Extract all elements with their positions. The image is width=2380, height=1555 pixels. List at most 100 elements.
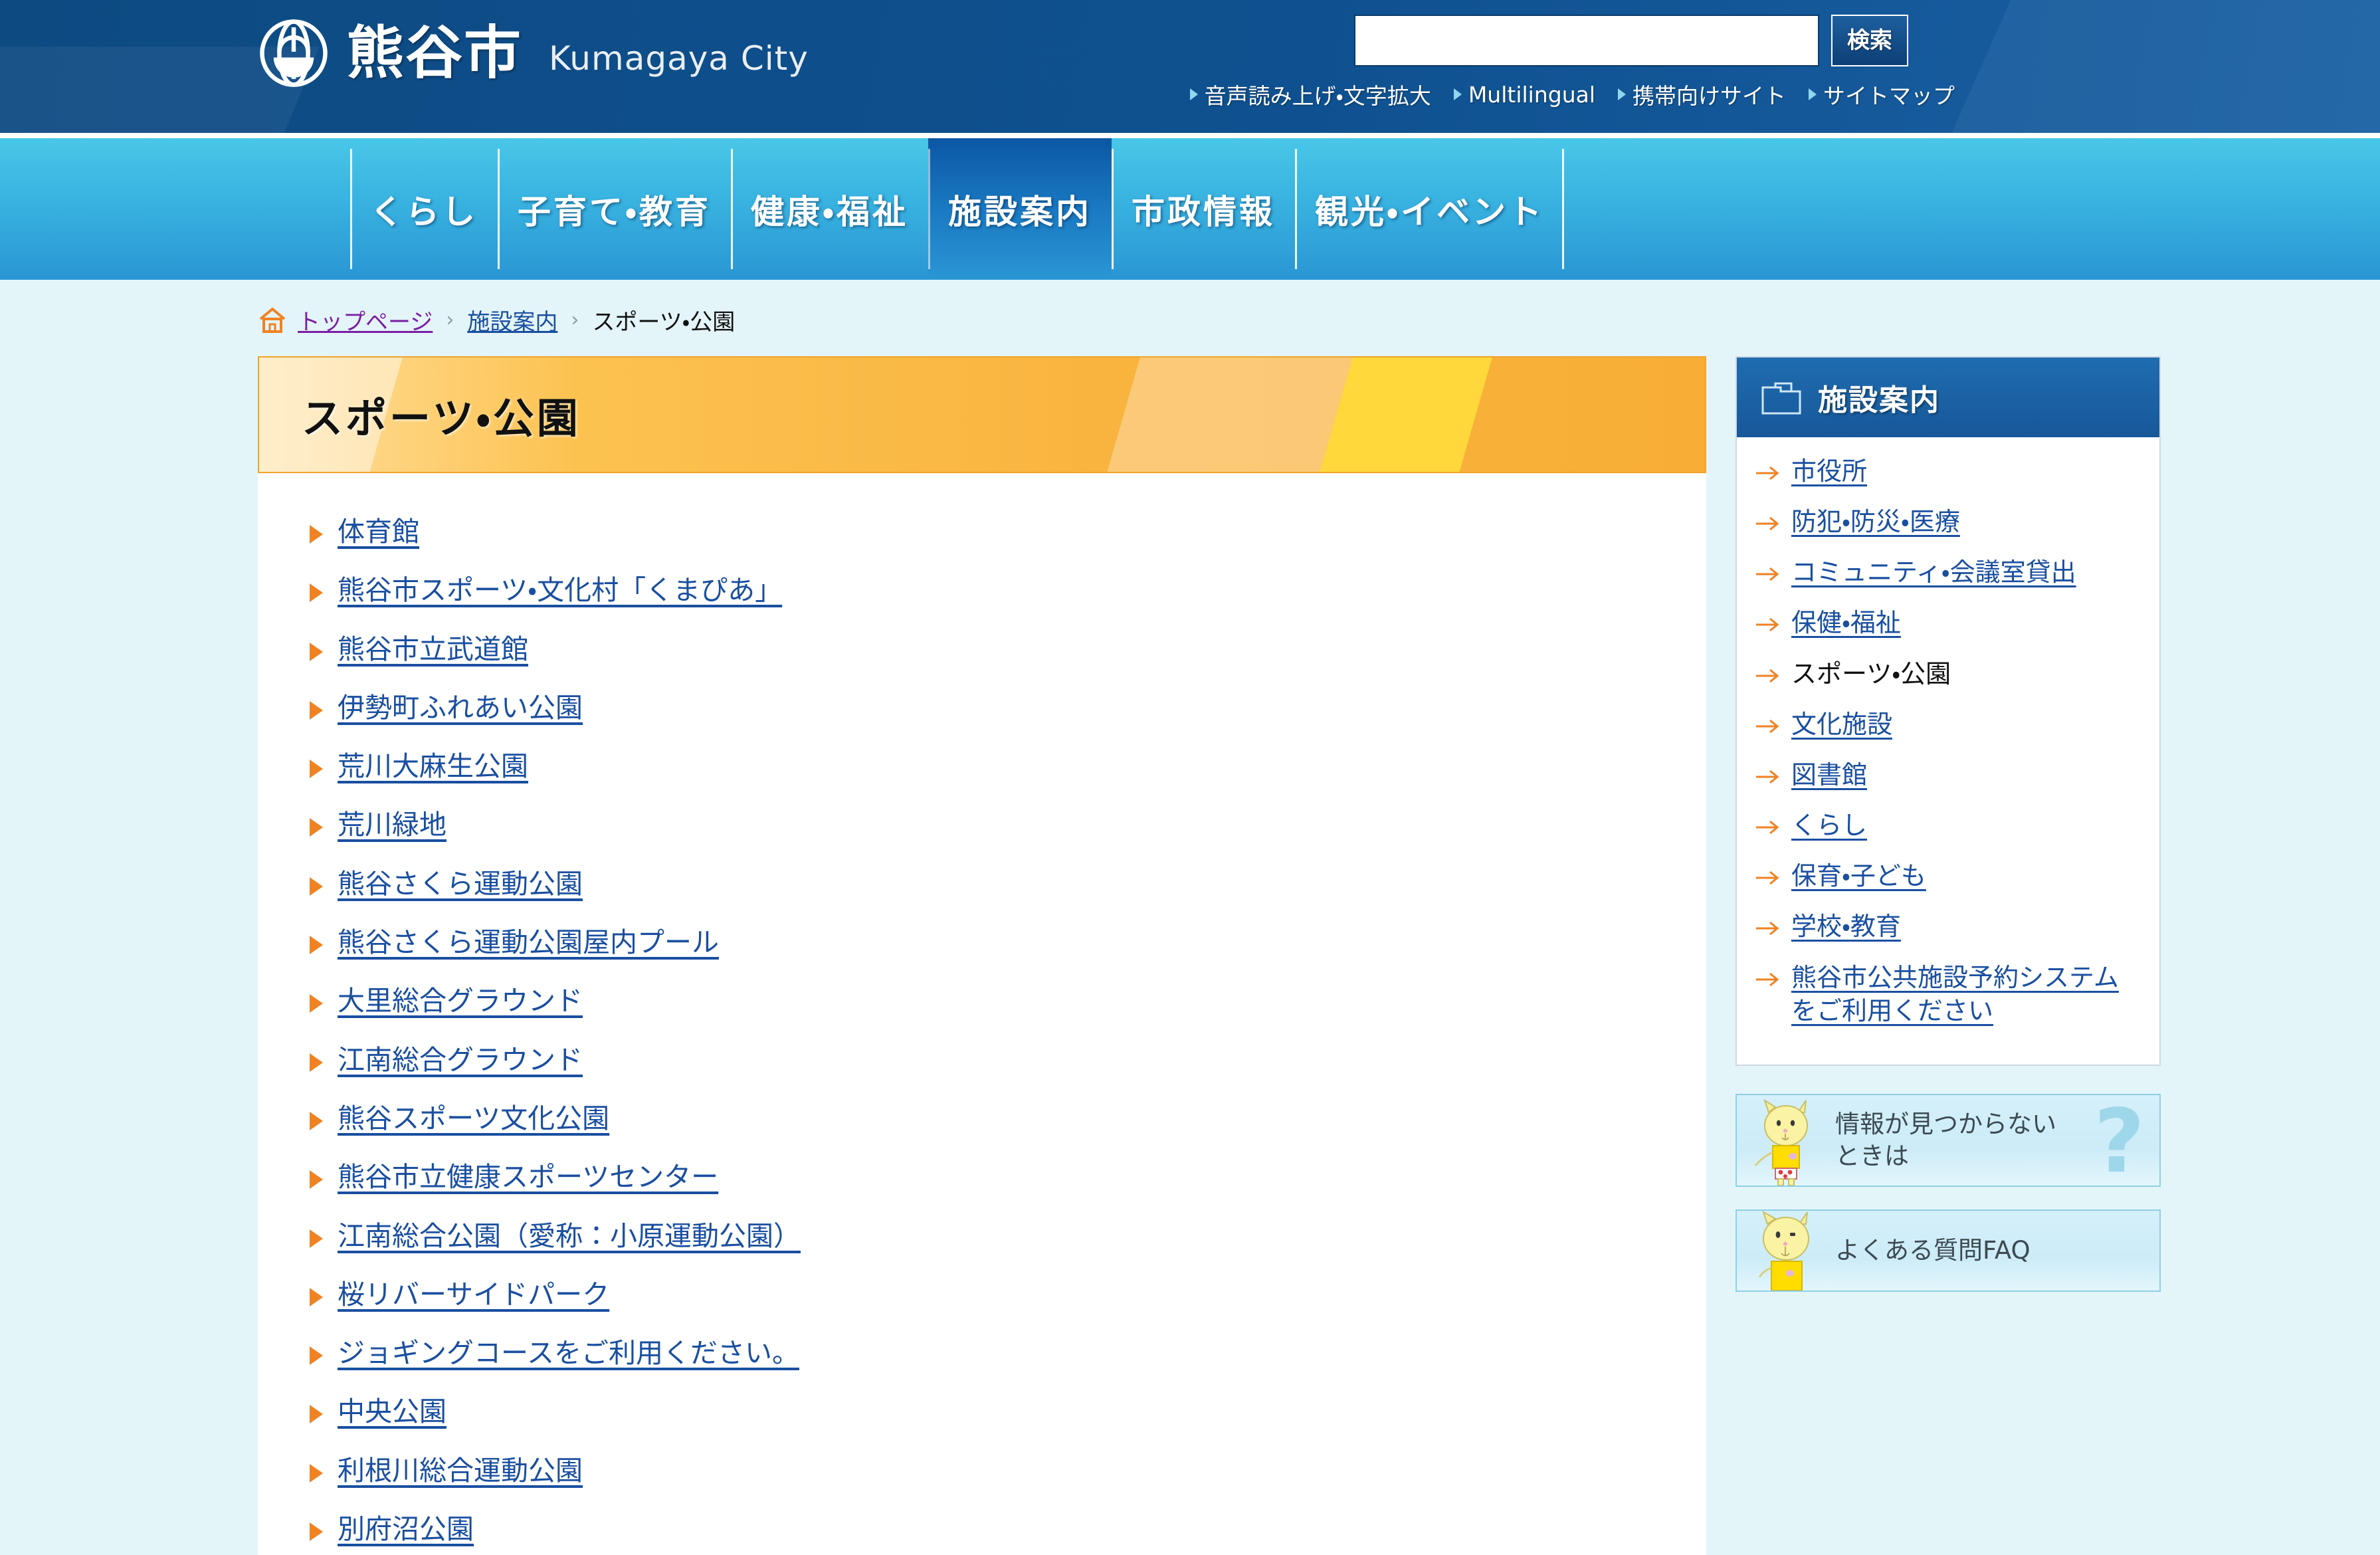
page-title: スポーツ・公園 [302,394,581,443]
page-title-banner: スポーツ・公園 [258,356,1706,473]
list-item: 熊谷スポーツ文化公園 [310,1101,1706,1136]
facility-link-sakura-riverside-park[interactable]: 桜リバーサイドパーク [338,1277,609,1312]
sidebar-item-library[interactable]: 図書館 [1791,758,1867,791]
list-item: 熊谷さくら運動公園屋内プール [310,925,1706,960]
breadcrumb-separator: › [571,308,579,332]
triangle-bullet-icon [310,1463,323,1483]
list-item: 熊谷さくら運動公園 [310,867,1706,902]
sidebar-item-childcare[interactable]: 保育・子ども [1791,859,1926,892]
list-item: 学校・教育 [1754,910,2142,943]
list-item: 市役所 [1754,455,2142,488]
utility-nav: 音声読み上げ・文字拡大 Multilingual 携帯向けサイト サイトマップ [1189,78,1955,110]
facility-link-kenko-sports-center[interactable]: 熊谷市立健康スポーツセンター [338,1160,718,1195]
facility-link-sports-bunka-park[interactable]: 熊谷スポーツ文化公園 [338,1101,609,1136]
facility-link-jogging-course[interactable]: ジョギングコースをご利用ください。 [338,1336,799,1371]
list-item: 図書館 [1754,758,2142,791]
header-divider [0,133,2380,138]
sidebar-item-city-hall[interactable]: 市役所 [1791,455,1867,488]
arrow-right-icon [1756,719,1779,733]
sidebar-item-reservation-system[interactable]: 熊谷市公共施設予約システムをご利用ください [1791,961,2142,1027]
facility-link-arakawa-ryokuchi[interactable]: 荒川緑地 [338,807,446,843]
nav-item-shisei-joho[interactable]: 市政情報 [1112,138,1295,280]
utility-link-multilingual[interactable]: Multilingual [1453,81,1595,108]
facility-link-tonegawa-undo-park[interactable]: 利根川総合運動公園 [338,1453,583,1489]
triangle-bullet-icon [310,877,323,896]
header-decoration-wedge-right [1898,0,2380,133]
facility-link-kumapia[interactable]: 熊谷市スポーツ・文化村「くまぴあ」 [338,573,782,608]
nav-item-kenko-fukushi[interactable]: 健康・福祉 [731,138,928,280]
sidebar-item-cultural-facilities[interactable]: 文化施設 [1791,708,1892,741]
list-item: 文化施設 [1754,708,2142,741]
list-item: 熊谷市公共施設予約システムをご利用ください [1754,961,2142,1027]
sidebar-item-crime-disaster-medical[interactable]: 防犯・防災・医療 [1791,505,1960,538]
utility-link-mobile-site[interactable]: 携帯向けサイト [1618,78,1786,110]
logo-roman-text: Kumagaya City [549,39,809,78]
home-icon[interactable] [258,306,287,335]
nyaozane-mascot-icon [1758,1210,1809,1291]
nav-item-kurashi[interactable]: くらし [350,138,498,280]
sidebar-header-title: 施設案内 [1818,383,1940,417]
list-item: 利根川総合運動公園 [310,1453,1706,1489]
triangle-bullet-icon [310,936,323,955]
breadcrumb: トップページ › 施設案内 › スポーツ・公園 [0,280,2380,356]
nyaozane-mascot-icon [1754,1098,1808,1186]
nav-item-kanko-event[interactable]: 観光・イベント [1295,138,1564,280]
arrow-right-icon [1756,618,1779,632]
banner-text-block: よくある質問FAQ [1835,1235,2031,1267]
sidebar-menu: 市役所 防犯・防災・医療 コミュニティ・会議室貸出 保健・福祉 スポーツ・公園 [1737,437,2159,1065]
list-item: 防犯・防災・医療 [1754,505,2142,538]
list-item: 体育館 [310,514,1706,550]
facility-link-sakura-undo-park[interactable]: 熊谷さくら運動公園 [338,867,583,902]
chevron-right-icon [1453,88,1462,100]
facility-link-beppunuma-park[interactable]: 別府沼公園 [338,1512,474,1547]
site-header: 熊谷市 Kumagaya City 検索 音声読み上げ・文字拡大 Multili… [0,0,2380,133]
utility-link-voice-zoom[interactable]: 音声読み上げ・文字拡大 [1189,78,1431,110]
facility-link-konan-ground[interactable]: 江南総合グラウンド [338,1043,583,1078]
facility-link-taiikukan[interactable]: 体育館 [338,514,419,550]
triangle-bullet-icon [310,994,323,1013]
list-item: くらし [1754,809,2142,842]
triangle-bullet-icon [310,1229,323,1248]
facility-link-list: 体育館 熊谷市スポーツ・文化村「くまぴあ」 熊谷市立武道館 伊勢町ふれあい公園 … [258,473,1706,1547]
arrow-right-icon [1756,972,1779,986]
site-logo[interactable]: 熊谷市 Kumagaya City [258,17,809,89]
facility-link-konan-sogo-park[interactable]: 江南総合公園（愛称：小原運動公園） [338,1219,801,1254]
arrow-right-icon [1756,568,1779,581]
facility-link-isecho-fureai-park[interactable]: 伊勢町ふれあい公園 [338,690,583,726]
banner-line-1: よくある質問FAQ [1835,1235,2031,1265]
triangle-bullet-icon [310,1522,323,1542]
nav-item-shisetsu-annai[interactable]: 施設案内 [928,138,1112,280]
arrow-right-icon [1756,669,1779,682]
utility-link-sitemap[interactable]: サイトマップ [1809,78,1955,110]
search-input[interactable] [1354,15,1819,66]
banner-text-block: 情報が見つからない ときは [1835,1108,2056,1172]
list-item: ジョギングコースをご利用ください。 [310,1336,1706,1371]
sidebar-item-community-meeting-rooms[interactable]: コミュニティ・会議室貸出 [1791,556,2076,589]
banner-info-not-found[interactable]: 情報が見つからない ときは ? [1735,1093,2161,1187]
triangle-bullet-icon [310,700,323,720]
chevron-right-icon [1618,88,1626,100]
list-item: 荒川大麻生公園 [310,749,1706,784]
facility-link-chuo-park[interactable]: 中央公園 [338,1394,446,1429]
sidebar-item-living[interactable]: くらし [1791,809,1867,842]
breadcrumb-link-facilities[interactable]: 施設案内 [467,304,557,336]
triangle-bullet-icon [310,1170,323,1190]
triangle-bullet-icon [310,1053,323,1072]
sidebar-item-school-education[interactable]: 学校・教育 [1791,910,1901,943]
banner-faq[interactable]: よくある質問FAQ [1735,1209,2161,1292]
list-item: 熊谷市立健康スポーツセンター [310,1160,1706,1195]
arrow-right-icon [1756,516,1779,531]
facility-link-sakura-indoor-pool[interactable]: 熊谷さくら運動公園屋内プール [338,925,719,960]
triangle-bullet-icon [310,760,323,779]
nav-item-kosodate-kyoiku[interactable]: 子育て・教育 [498,138,731,280]
facility-link-budokan[interactable]: 熊谷市立武道館 [338,632,528,667]
utility-link-label: Multilingual [1468,81,1595,108]
breadcrumb-link-top[interactable]: トップページ [298,304,433,336]
list-item: 保健・福祉 [1754,606,2142,639]
search-button[interactable]: 検索 [1831,15,1908,66]
sidebar-item-sports-parks: スポーツ・公園 [1791,659,1951,688]
list-item: 桜リバーサイドパーク [310,1277,1706,1312]
sidebar-item-health-welfare[interactable]: 保健・福祉 [1791,606,1901,639]
facility-link-arakawa-oasou-park[interactable]: 荒川大麻生公園 [338,749,528,784]
facility-link-osato-ground[interactable]: 大里総合グラウンド [338,984,583,1019]
